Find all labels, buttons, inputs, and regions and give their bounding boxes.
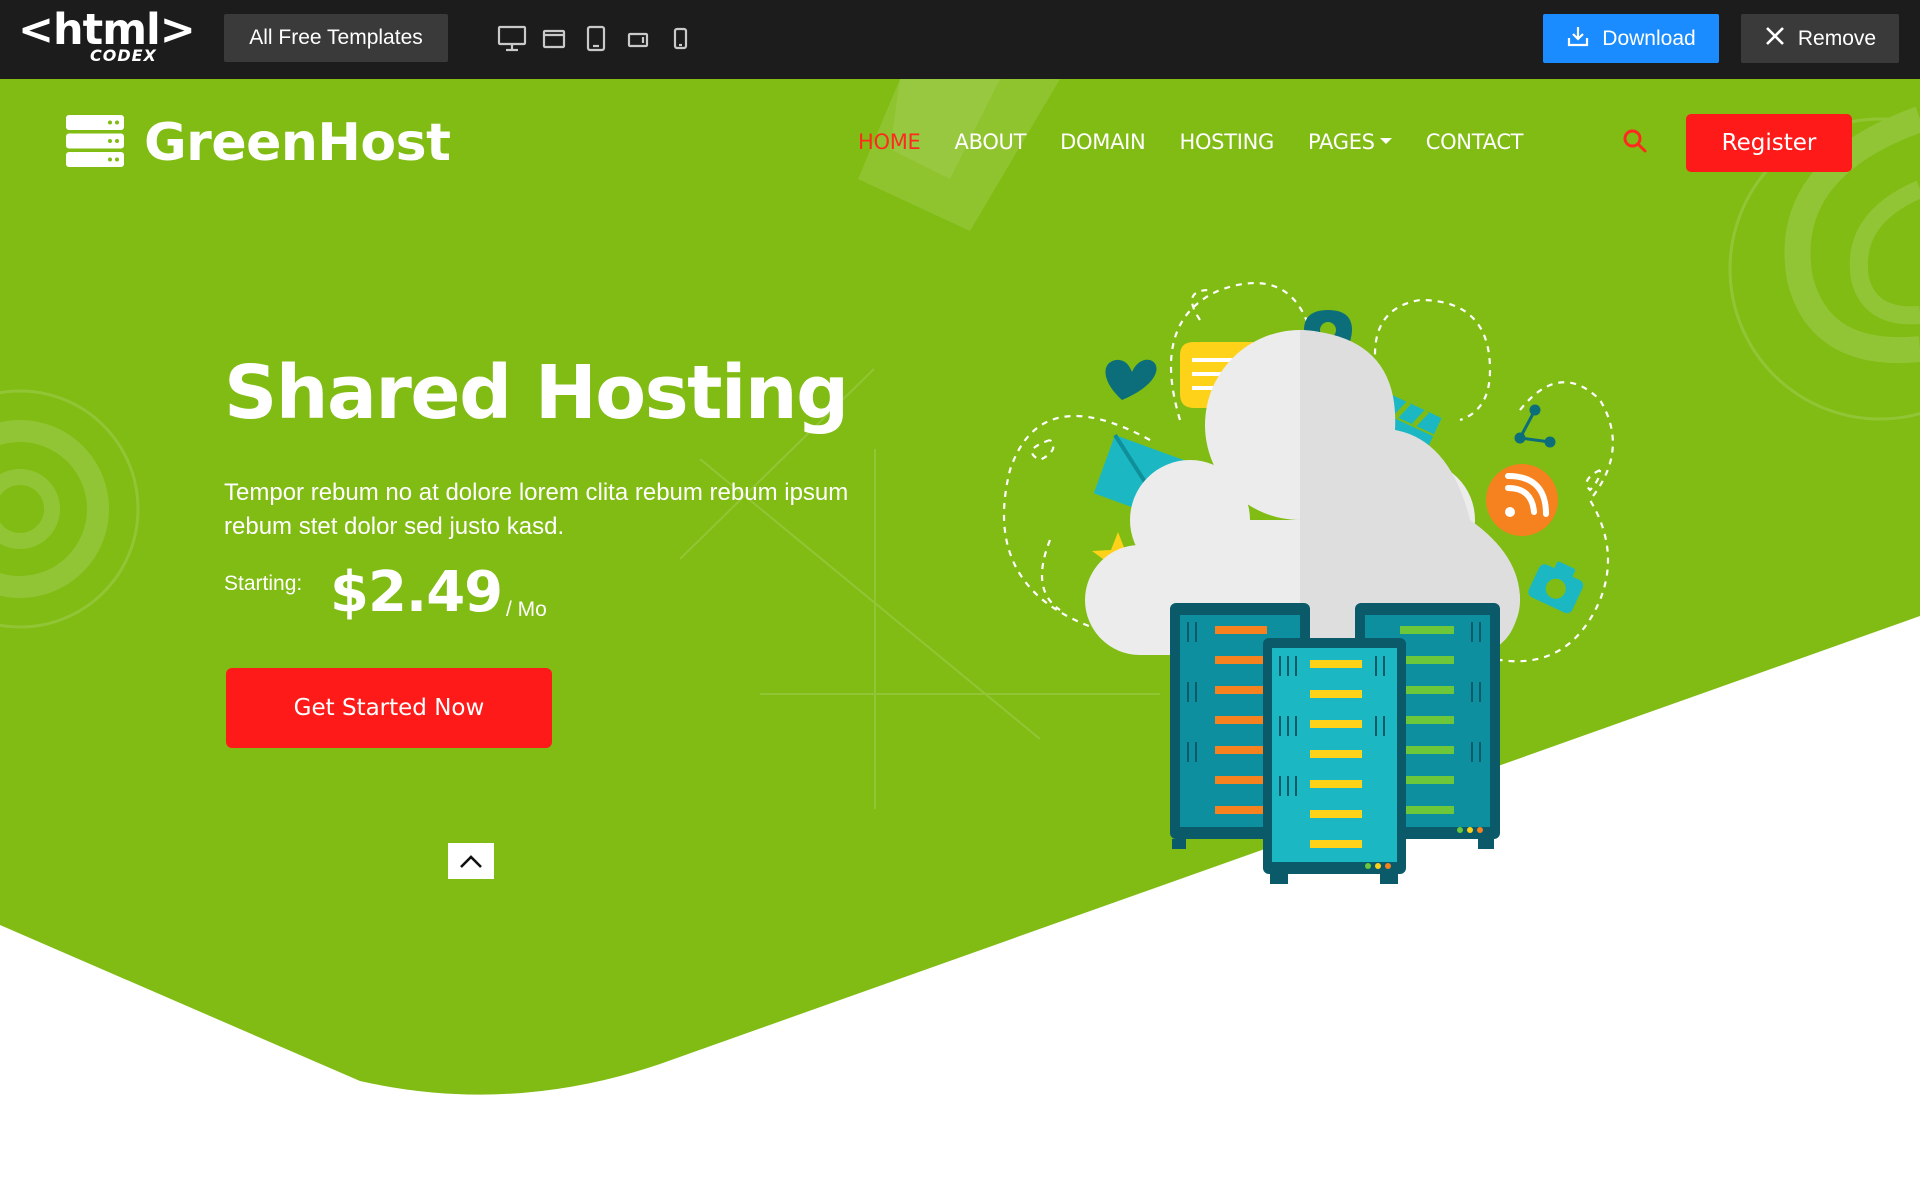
htmlcodex-logo[interactable]: <html> CODEX	[18, 6, 196, 68]
search-icon[interactable]	[1622, 128, 1650, 156]
htmlcodex-logo-sub: CODEX	[90, 46, 157, 65]
nav-item-pages[interactable]: PAGES	[1308, 130, 1392, 154]
nav-item-about[interactable]: ABOUT	[955, 130, 1027, 154]
tablet-icon[interactable]	[580, 22, 612, 56]
desktop-icon[interactable]	[496, 22, 528, 56]
price-value: $2.49	[330, 560, 503, 625]
hero-description: Tempor rebum no at dolore lorem clita re…	[224, 479, 849, 540]
download-label: Download	[1602, 26, 1696, 50]
all-free-templates-button[interactable]: All Free Templates	[224, 14, 448, 62]
price-starting-label: Starting:	[224, 572, 303, 595]
brand-name: GreenHost	[144, 113, 451, 173]
server-stack-icon	[66, 114, 124, 172]
tablet-landscape-icon[interactable]	[622, 22, 654, 56]
greenhost-brand[interactable]: GreenHost	[66, 112, 451, 174]
main-nav: HOME ABOUT DOMAIN HOSTING PAGES CONTACT	[858, 122, 1557, 162]
mobile-icon[interactable]	[664, 22, 696, 56]
remove-label: Remove	[1797, 26, 1877, 50]
nav-item-hosting[interactable]: HOSTING	[1179, 130, 1274, 154]
price-period: / Mo	[506, 598, 547, 621]
get-started-button[interactable]: Get Started Now	[226, 668, 552, 748]
download-button[interactable]: Download	[1543, 14, 1719, 63]
register-button[interactable]: Register	[1686, 114, 1852, 172]
nav-item-pages-label: PAGES	[1308, 130, 1375, 154]
device-preview-switcher	[496, 20, 696, 58]
remove-button[interactable]: Remove	[1741, 14, 1899, 63]
back-to-top-button[interactable]	[448, 843, 494, 879]
chevron-up-icon	[460, 855, 482, 868]
close-icon	[1764, 25, 1786, 53]
cloud-hosting-illustration	[1002, 282, 1614, 884]
nav-item-home[interactable]: HOME	[858, 130, 921, 154]
download-icon	[1566, 24, 1590, 54]
laptop-icon[interactable]	[538, 22, 570, 56]
nav-item-domain[interactable]: DOMAIN	[1060, 130, 1146, 154]
nav-item-contact[interactable]: CONTACT	[1426, 130, 1524, 154]
hero-title: Shared Hosting	[224, 350, 849, 436]
chevron-down-icon	[1379, 138, 1392, 144]
demo-topbar: <html> CODEX All Free Templates Download…	[0, 0, 1920, 79]
